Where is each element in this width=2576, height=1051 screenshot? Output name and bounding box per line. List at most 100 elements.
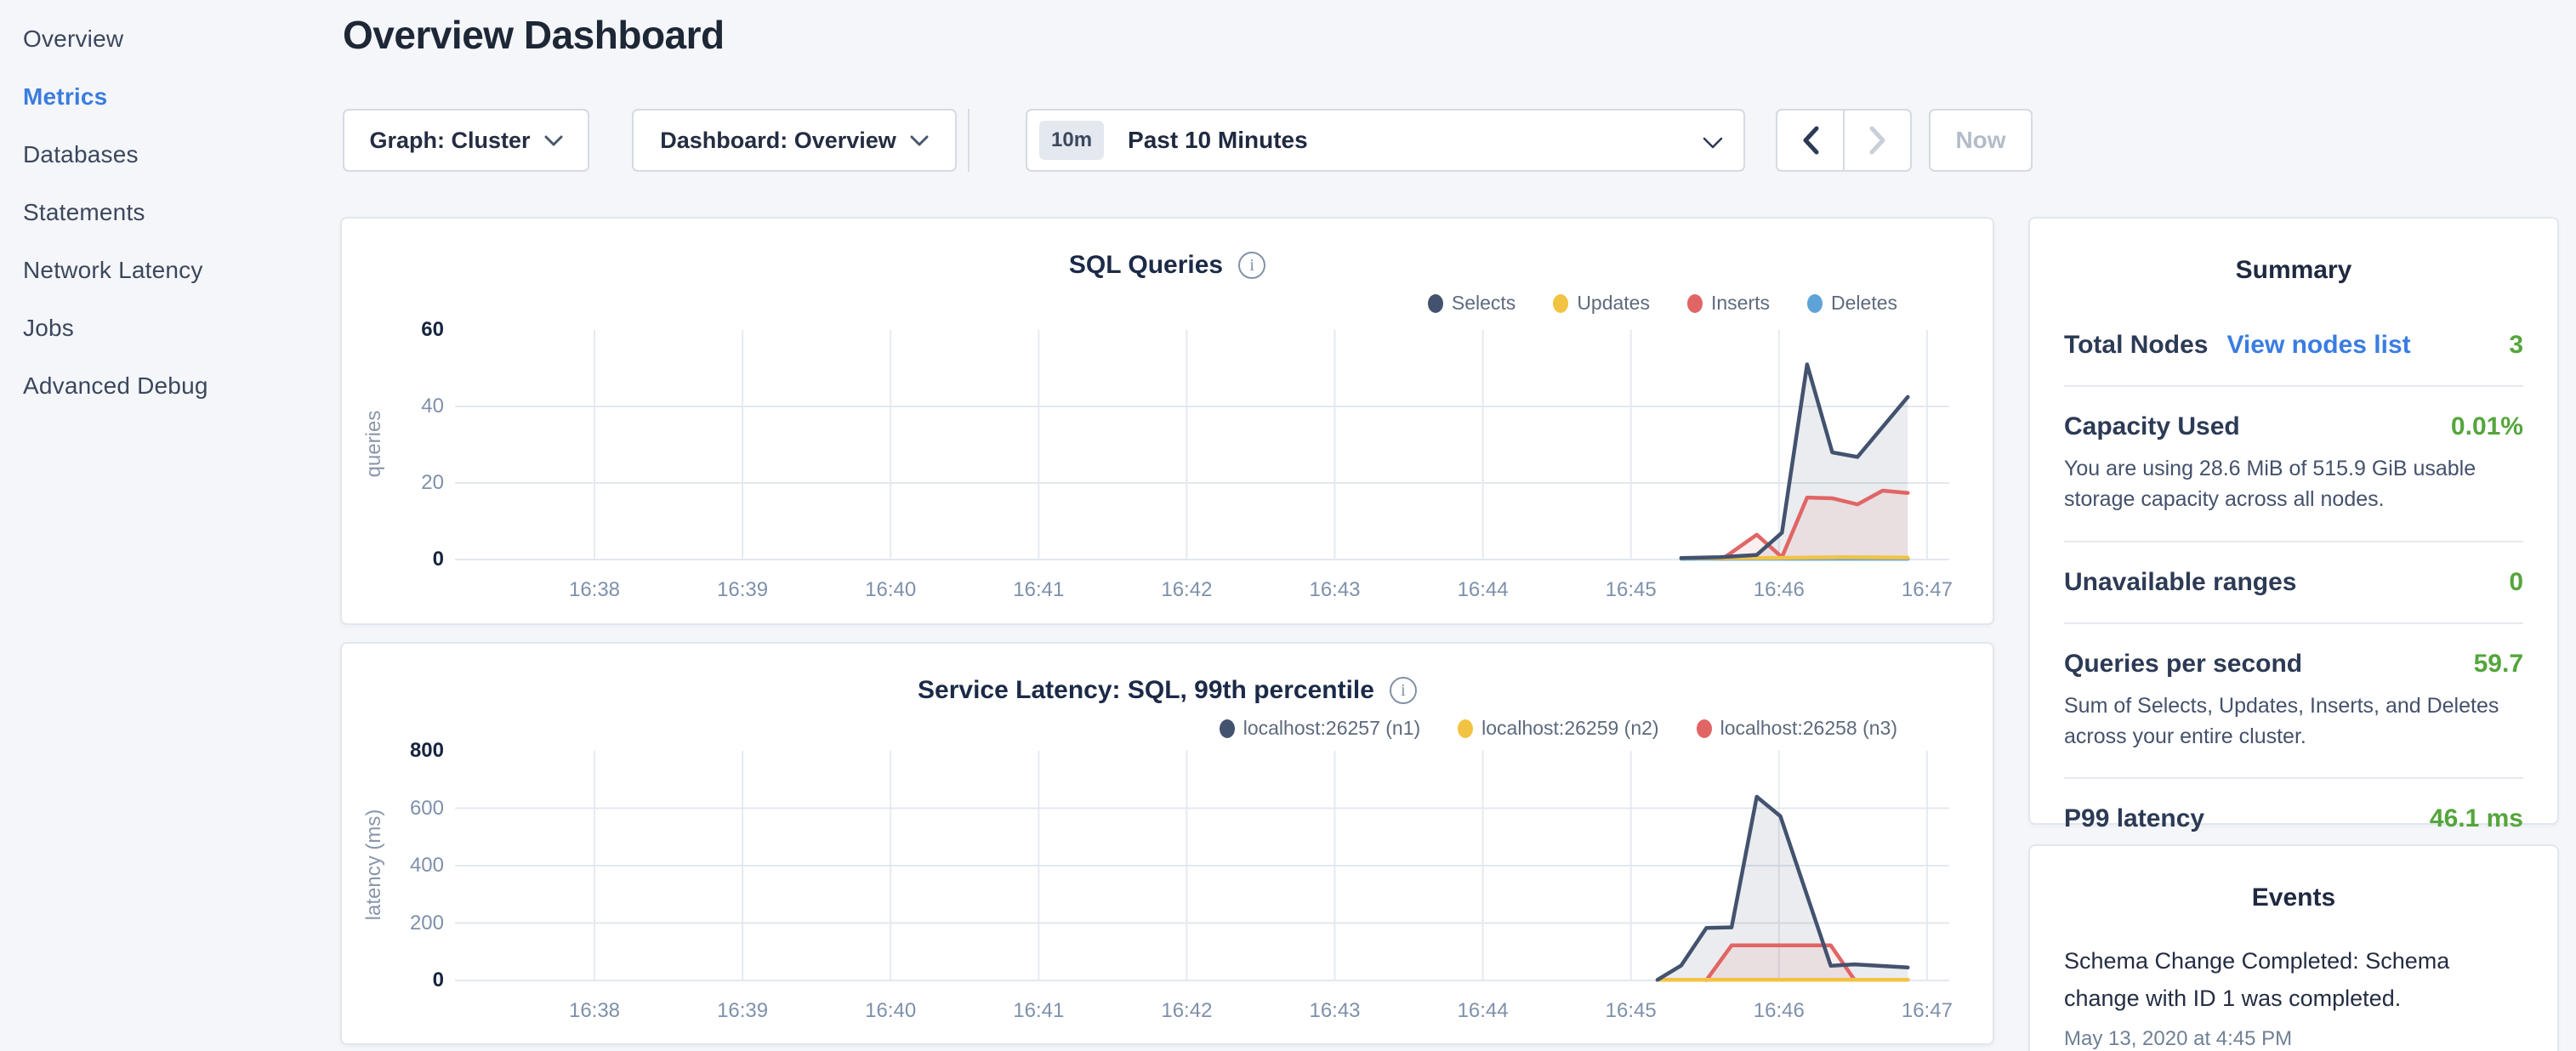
dashboard-dropdown[interactable]: Dashboard: Overview (632, 109, 957, 172)
now-button-label: Now (1955, 127, 2005, 154)
event-timestamp: May 13, 2020 at 4:45 PM (2064, 1027, 2523, 1051)
chart-plot-area[interactable] (342, 321, 1996, 577)
y-axis-tick: 600 (342, 795, 444, 822)
sidebar-item-jobs[interactable]: Jobs (23, 299, 336, 357)
x-axis-tick: 16:40 (831, 578, 950, 602)
summary-label: Capacity Used (2064, 412, 2240, 441)
y-axis-tick: 400 (342, 852, 444, 879)
x-axis-tick: 16:43 (1276, 999, 1395, 1023)
chart-title: SQL Queries (1069, 251, 1223, 280)
summary-value: 0 (2509, 568, 2523, 597)
x-axis-tick: 16:46 (1720, 999, 1839, 1023)
y-axis-tick: 800 (342, 737, 444, 764)
y-axis-tick: 0 (342, 546, 444, 573)
sidebar-item-databases[interactable]: Databases (23, 126, 336, 184)
chart-title-row: Service Latency: SQL, 99th percentile i (342, 676, 1993, 705)
summary-panel: Summary Total Nodes View nodes list 3 Capac… (2028, 217, 2559, 825)
summary-value: 3 (2509, 331, 2523, 360)
sidebar-item-statements[interactable]: Statements (23, 184, 336, 241)
now-button[interactable]: Now (1929, 109, 2033, 172)
sidebar-item-advanced-debug[interactable]: Advanced Debug (23, 357, 336, 415)
sidebar-item-network-latency[interactable]: Network Latency (23, 241, 336, 299)
x-axis-tick: 16:39 (683, 999, 802, 1023)
summary-label: Queries per second (2064, 650, 2302, 679)
controls-divider (968, 109, 970, 172)
legend-item[interactable]: localhost:26257 (n1) (1220, 717, 1420, 740)
summary-row-head: Total Nodes View nodes list 3 (2064, 331, 2523, 360)
chevron-left-icon (1802, 126, 1819, 155)
chart-legend: localhost:26257 (n1) localhost:26259 (n2)… (1220, 717, 1897, 740)
x-axis-tick: 16:43 (1276, 578, 1395, 602)
y-axis-tick: 0 (342, 967, 444, 994)
legend-item[interactable]: Updates (1553, 292, 1650, 315)
summary-heading: Summary (2064, 256, 2523, 285)
info-icon[interactable]: i (1390, 677, 1417, 704)
summary-description: Sum of Selects, Updates, Inserts, and De… (2064, 690, 2523, 753)
chevron-down-icon (1703, 137, 1723, 149)
summary-row-head: P99 latency46.1 ms (2064, 804, 2523, 833)
x-axis-tick: 16:45 (1572, 999, 1691, 1023)
x-axis-tick: 16:44 (1424, 578, 1543, 602)
x-axis-tick: 16:42 (1127, 999, 1246, 1023)
summary-row-head: Capacity Used 0.01% (2064, 412, 2523, 441)
y-axis-tick: 40 (342, 393, 444, 420)
sidebar-item-overview[interactable]: Overview (23, 10, 336, 68)
x-axis-tick: 16:40 (831, 999, 950, 1023)
legend-label: Updates (1577, 292, 1650, 315)
chevron-down-icon (910, 135, 929, 146)
time-window-label: Past 10 Minutes (1128, 127, 1308, 154)
chart-legend: Selects Updates Inserts Deletes (1428, 292, 1897, 315)
chart-title-row: SQL Queries i (342, 251, 1993, 280)
legend-dot-icon (1687, 294, 1703, 313)
y-axis-tick: 200 (342, 910, 444, 937)
summary-row-head: Queries per second59.7 (2064, 650, 2523, 679)
next-time-button[interactable] (1845, 111, 1910, 170)
event-item[interactable]: Schema Change Completed: Schema change w… (2064, 943, 2523, 1051)
chart-plot-area[interactable] (342, 742, 1996, 997)
legend-item[interactable]: Selects (1428, 292, 1515, 315)
summary-description: You are using 28.6 MiB of 515.9 GiB usab… (2064, 453, 2523, 515)
x-axis-tick: 16:45 (1572, 578, 1691, 602)
time-pager (1776, 109, 1912, 172)
y-axis-label: latency (ms) (362, 780, 386, 950)
x-axis-tick: 16:42 (1127, 578, 1246, 602)
x-axis-tick: 16:39 (683, 578, 802, 602)
x-axis-tick: 16:38 (535, 999, 654, 1023)
summary-row-head: Unavailable ranges 0 (2064, 568, 2523, 597)
info-icon[interactable]: i (1238, 252, 1265, 279)
prev-time-button[interactable] (1777, 111, 1843, 170)
events-heading: Events (2064, 883, 2523, 912)
x-axis-tick: 16:47 (1868, 999, 1987, 1023)
graph-dropdown-label: Graph: Cluster (369, 128, 530, 154)
legend-dot-icon (1807, 294, 1823, 313)
sidebar-item-metrics[interactable]: Metrics (23, 68, 336, 126)
time-window-badge: 10m (1039, 121, 1104, 160)
graph-dropdown[interactable]: Graph: Cluster (343, 109, 589, 172)
legend-label: Deletes (1831, 292, 1897, 315)
legend-item[interactable]: localhost:26259 (n2) (1458, 717, 1658, 740)
y-axis-tick: 20 (342, 469, 444, 497)
legend-label: localhost:26258 (n3) (1720, 717, 1897, 740)
x-axis-tick: 16:44 (1424, 999, 1543, 1023)
chart-title: Service Latency: SQL, 99th percentile (918, 676, 1374, 705)
legend-dot-icon (1553, 294, 1568, 313)
legend-item[interactable]: localhost:26258 (n3) (1697, 717, 1897, 740)
summary-label: Total Nodes (2064, 331, 2208, 360)
summary-row-unavailable-ranges: Unavailable ranges 0 (2064, 541, 2523, 622)
legend-label: localhost:26257 (n1) (1243, 717, 1420, 740)
x-axis-tick: 16:41 (979, 999, 1098, 1023)
y-axis-tick: 60 (342, 316, 444, 344)
legend-label: Inserts (1711, 292, 1770, 315)
y-axis-label: queries (362, 359, 386, 529)
legend-item[interactable]: Deletes (1807, 292, 1897, 315)
view-nodes-list-link[interactable]: View nodes list (2226, 331, 2410, 360)
summary-value: 0.01% (2451, 412, 2523, 441)
x-axis-tick: 16:46 (1720, 578, 1839, 602)
legend-item[interactable]: Inserts (1687, 292, 1770, 315)
summary-label: Unavailable ranges (2064, 568, 2296, 597)
time-window-dropdown[interactable]: 10m Past 10 Minutes (1026, 109, 1745, 172)
events-panel: Events Schema Change Completed: Schema c… (2028, 844, 2559, 1051)
chevron-right-icon (1869, 126, 1886, 155)
summary-row-queries-per-second: Queries per second59.7 Sum of Selects, Up… (2064, 622, 2523, 778)
legend-dot-icon (1220, 719, 1235, 738)
